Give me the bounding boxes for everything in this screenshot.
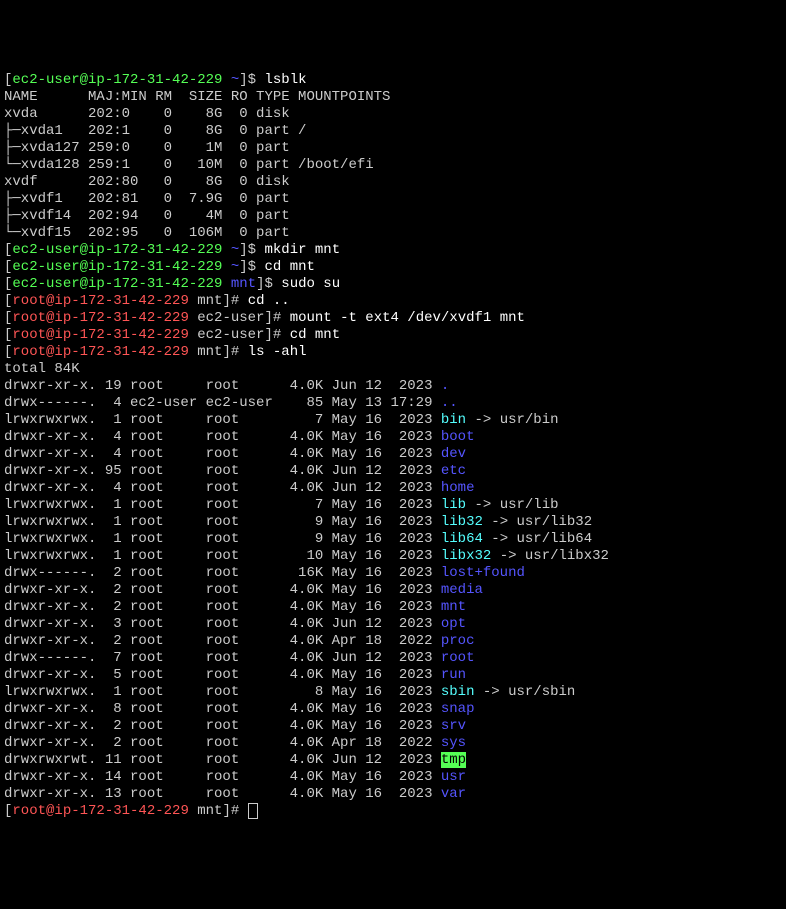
cursor[interactable]: [248, 803, 258, 819]
ls-entry-libx32: lrwxrwxrwx. 1 root root 10 May 16 2023 l…: [4, 548, 782, 565]
cmd-ls: [root@ip-172-31-42-229 mnt]# ls -ahl: [4, 344, 782, 361]
ls-entry-proc: drwxr-xr-x. 2 root root 4.0K Apr 18 2022…: [4, 633, 782, 650]
ls-entry-run: drwxr-xr-x. 5 root root 4.0K May 16 2023…: [4, 667, 782, 684]
ls-entry-opt: drwxr-xr-x. 3 root root 4.0K Jun 12 2023…: [4, 616, 782, 633]
lsblk-header: NAME MAJ:MIN RM SIZE RO TYPE MOUNTPOINTS: [4, 89, 782, 106]
ls-entry-bin: lrwxrwxrwx. 1 root root 7 May 16 2023 bi…: [4, 412, 782, 429]
ls-entry-lib: lrwxrwxrwx. 1 root root 7 May 16 2023 li…: [4, 497, 782, 514]
ls-entry-usr: drwxr-xr-x. 14 root root 4.0K May 16 202…: [4, 769, 782, 786]
lsblk-row: ├─xvdf14 202:94 0 4M 0 part: [4, 208, 782, 225]
ls-entry-lib64: lrwxrwxrwx. 1 root root 9 May 16 2023 li…: [4, 531, 782, 548]
lsblk-row: ├─xvda127 259:0 0 1M 0 part: [4, 140, 782, 157]
ls-entry-etc: drwxr-xr-x. 95 root root 4.0K Jun 12 202…: [4, 463, 782, 480]
lsblk-row: └─xvdf15 202:95 0 106M 0 part: [4, 225, 782, 242]
ls-entry-: drwx------. 4 ec2-user ec2-user 85 May 1…: [4, 395, 782, 412]
ls-entry-lib32: lrwxrwxrwx. 1 root root 9 May 16 2023 li…: [4, 514, 782, 531]
cmd-mkdir: [ec2-user@ip-172-31-42-229 ~]$ mkdir mnt: [4, 242, 782, 259]
ls-entry-root: drwx------. 7 root root 4.0K Jun 12 2023…: [4, 650, 782, 667]
prompt-current[interactable]: [root@ip-172-31-42-229 mnt]#: [4, 803, 782, 820]
lsblk-row: ├─xvda1 202:1 0 8G 0 part /: [4, 123, 782, 140]
ls-entry-media: drwxr-xr-x. 2 root root 4.0K May 16 2023…: [4, 582, 782, 599]
cmd-cd-mnt2: [root@ip-172-31-42-229 ec2-user]# cd mnt: [4, 327, 782, 344]
ls-entry-sbin: lrwxrwxrwx. 1 root root 8 May 16 2023 sb…: [4, 684, 782, 701]
ls-total: total 84K: [4, 361, 782, 378]
lsblk-row: └─xvda128 259:1 0 10M 0 part /boot/efi: [4, 157, 782, 174]
lsblk-row: ├─xvdf1 202:81 0 7.9G 0 part: [4, 191, 782, 208]
cmd-cd-up: [root@ip-172-31-42-229 mnt]# cd ..: [4, 293, 782, 310]
ls-entry-var: drwxr-xr-x. 13 root root 4.0K May 16 202…: [4, 786, 782, 803]
cmd-lsblk: [ec2-user@ip-172-31-42-229 ~]$ lsblk: [4, 72, 782, 89]
terminal-output[interactable]: [ec2-user@ip-172-31-42-229 ~]$ lsblkNAME…: [4, 72, 782, 820]
ls-entry-snap: drwxr-xr-x. 8 root root 4.0K May 16 2023…: [4, 701, 782, 718]
ls-entry-home: drwxr-xr-x. 4 root root 4.0K Jun 12 2023…: [4, 480, 782, 497]
ls-entry-boot: drwxr-xr-x. 4 root root 4.0K May 16 2023…: [4, 429, 782, 446]
lsblk-row: xvda 202:0 0 8G 0 disk: [4, 106, 782, 123]
ls-entry-: drwxr-xr-x. 19 root root 4.0K Jun 12 202…: [4, 378, 782, 395]
lsblk-row: xvdf 202:80 0 8G 0 disk: [4, 174, 782, 191]
ls-entry-sys: drwxr-xr-x. 2 root root 4.0K Apr 18 2022…: [4, 735, 782, 752]
ls-entry-dev: drwxr-xr-x. 4 root root 4.0K May 16 2023…: [4, 446, 782, 463]
cmd-mount: [root@ip-172-31-42-229 ec2-user]# mount …: [4, 310, 782, 327]
ls-entry-tmp: drwxrwxrwt. 11 root root 4.0K Jun 12 202…: [4, 752, 782, 769]
ls-entry-mnt: drwxr-xr-x. 2 root root 4.0K May 16 2023…: [4, 599, 782, 616]
ls-entry-lostfound: drwx------. 2 root root 16K May 16 2023 …: [4, 565, 782, 582]
cmd-sudo-su: [ec2-user@ip-172-31-42-229 mnt]$ sudo su: [4, 276, 782, 293]
ls-entry-srv: drwxr-xr-x. 2 root root 4.0K May 16 2023…: [4, 718, 782, 735]
cmd-cd-mnt: [ec2-user@ip-172-31-42-229 ~]$ cd mnt: [4, 259, 782, 276]
